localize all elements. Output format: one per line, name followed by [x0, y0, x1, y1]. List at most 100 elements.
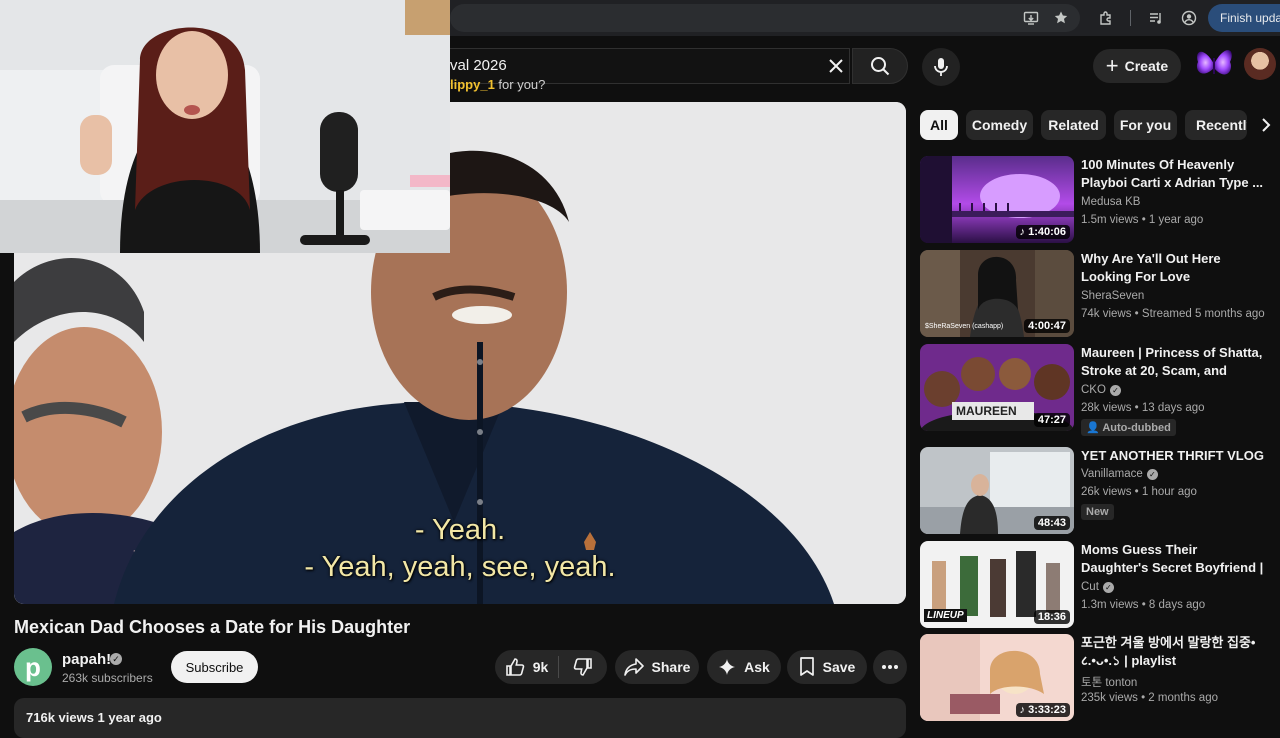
share-label: Share [651, 659, 691, 675]
webcam-frame [0, 0, 450, 253]
recommendation-meta: 1.3m views • 8 days ago [1081, 599, 1206, 611]
subscriber-count: 263k subscribers [62, 671, 153, 685]
extensions-icon[interactable] [1093, 5, 1119, 31]
install-app-icon[interactable] [1018, 5, 1044, 31]
verified-icon: ✓ [1102, 581, 1114, 593]
recommendation-item[interactable]: $SheRaSeven (cashapp) 4:00:47 Why Are Ya… [920, 250, 1280, 338]
new-badge: New [1081, 504, 1114, 520]
recommendation-channel[interactable]: Cut ✓ [1081, 581, 1114, 593]
more-vertical-icon[interactable]: ⋮ [1274, 547, 1280, 563]
channel-avatar[interactable]: p [14, 648, 52, 686]
thumbnail-caption: LINEUP [924, 609, 967, 622]
recommendation-item[interactable]: ♪ 1:40:06 100 Minutes Of Heavenly Playbo… [920, 156, 1280, 244]
recommendation-item[interactable]: LINEUP 18:36 Moms Guess Their Daughter's… [920, 541, 1280, 629]
voice-search-button[interactable] [922, 48, 960, 86]
video-duration: ♪ 1:40:06 [1015, 225, 1070, 239]
channel-name[interactable]: papah! [62, 651, 111, 668]
recommendation-title[interactable]: Why Are Ya'll Out Here Looking For Love [1081, 250, 1266, 286]
recommendation-title[interactable]: YET ANOTHER THRIFT VLOG [1081, 447, 1266, 465]
recommendation-meta: 1.5m views • 1 year ago [1081, 214, 1204, 226]
more-vertical-icon[interactable]: ⋮ [1274, 640, 1280, 656]
thumbnail-caption: $SheRaSeven (cashapp) [925, 323, 1004, 330]
thumbs-up-icon [505, 658, 524, 676]
recommendation-channel[interactable]: SheraSeven [1081, 290, 1144, 302]
more-actions-button[interactable] [873, 650, 907, 684]
save-label: Save [822, 659, 856, 675]
recommendation-item[interactable]: ♪ 3:33:23 포근한 겨울 방에서 말랑한 집중• ८.•ᴗ•.১ | p… [920, 634, 1280, 722]
ask-button[interactable]: Ask [707, 650, 781, 684]
more-vertical-icon[interactable]: ⋮ [1274, 350, 1280, 366]
dislike-button[interactable] [559, 657, 607, 677]
caption-line: - Yeah. [414, 514, 506, 546]
recommendation-meta: 28k views • 13 days ago [1081, 402, 1205, 414]
chip-all[interactable]: All [920, 110, 958, 140]
video-thumbnail[interactable]: LINEUP 18:36 [920, 541, 1074, 628]
share-button[interactable]: Share [615, 650, 699, 684]
like-dislike-group: 9k [495, 650, 607, 684]
video-caption: - Yeah. - Yeah, yeah, see, yeah. [14, 512, 906, 586]
recommendation-item[interactable]: 48:43 YET ANOTHER THRIFT VLOG Vanillamac… [920, 447, 1280, 535]
description-meta: 716k views 1 year ago [26, 710, 162, 725]
video-thumbnail[interactable]: ♪ 1:40:06 [920, 156, 1074, 243]
verified-icon: ✓ [1146, 468, 1158, 480]
recommendation-meta: 26k views • 1 hour ago [1081, 486, 1197, 498]
recommendation-meta: 74k views • Streamed 5 months ago [1081, 308, 1265, 320]
create-button[interactable]: + Create [1093, 49, 1181, 83]
recommendation-channel[interactable]: Medusa KB [1081, 196, 1140, 208]
recommendation-title[interactable]: 포근한 겨울 방에서 말랑한 집중• ८.•ᴗ•.১ | playlist [1081, 634, 1266, 670]
recommendation-channel[interactable]: 토톤 tonton [1081, 674, 1137, 690]
finish-update-button[interactable]: Finish update [1208, 4, 1280, 32]
like-button[interactable]: 9k [496, 657, 558, 677]
video-duration: 47:27 [1033, 413, 1070, 427]
recommendation-title[interactable]: Maureen | Princess of Shatta, Stroke at … [1081, 344, 1266, 380]
account-avatar[interactable] [1244, 48, 1276, 80]
profile-icon[interactable] [1176, 5, 1202, 31]
video-thumbnail[interactable]: $SheRaSeven (cashapp) 4:00:47 [920, 250, 1074, 337]
sparkle-icon [719, 659, 736, 675]
bookmark-star-icon[interactable] [1048, 5, 1074, 31]
video-duration: 18:36 [1033, 610, 1070, 624]
recommendation-title[interactable]: 100 Minutes Of Heavenly Playboi Carti x … [1081, 156, 1266, 192]
webcam-overlay [0, 0, 450, 253]
thumbnail-caption: MAUREEN [956, 404, 1017, 418]
chevron-right-icon[interactable] [1254, 112, 1278, 138]
chip-for-you[interactable]: For you [1114, 110, 1177, 140]
butterfly-icon [1192, 40, 1236, 88]
media-controls-icon[interactable] [1143, 5, 1169, 31]
subscribe-button[interactable]: Subscribe [171, 651, 258, 683]
chip-comedy[interactable]: Comedy [966, 110, 1033, 140]
recommendation-item[interactable]: MAUREEN 47:27 Maureen | Princess of Shat… [920, 344, 1280, 436]
bookmark-icon [799, 657, 814, 676]
video-duration: ♪ 3:33:23 [1015, 703, 1070, 717]
verified-icon: ✓ [1109, 384, 1121, 396]
search-suggestion[interactable]: lippy_1 for you? [450, 77, 545, 92]
chip-recently-uploaded[interactable]: Recently uploaded [1185, 110, 1247, 140]
video-title: Mexican Dad Chooses a Date for His Daugh… [14, 617, 411, 637]
plus-icon: + [1105, 53, 1119, 78]
video-thumbnail[interactable]: 48:43 [920, 447, 1074, 534]
thumbs-down-icon [573, 658, 592, 676]
suggestion-text: for you? [498, 77, 546, 92]
recommendation-title[interactable]: Moms Guess Their Daughter's Secret Boyfr… [1081, 541, 1266, 577]
address-bar[interactable] [450, 4, 1080, 32]
chip-related[interactable]: Related [1041, 110, 1106, 140]
video-thumbnail[interactable]: ♪ 3:33:23 [920, 634, 1074, 721]
clear-search-icon[interactable] [822, 52, 850, 80]
save-button[interactable]: Save [787, 650, 867, 684]
video-thumbnail[interactable]: MAUREEN 47:27 [920, 344, 1074, 431]
video-duration: 48:43 [1033, 516, 1070, 530]
search-button[interactable] [852, 48, 908, 84]
recommendation-channel[interactable]: CKO ✓ [1081, 384, 1121, 396]
search-icon [871, 57, 890, 76]
caption-line: - Yeah, yeah, see, yeah. [304, 551, 616, 583]
recommendation-meta: 235k views • 2 months ago [1081, 692, 1218, 704]
ask-label: Ask [744, 659, 770, 675]
more-vertical-icon[interactable]: ⋮ [1274, 256, 1280, 272]
video-duration: 4:00:47 [1024, 319, 1070, 333]
more-vertical-icon[interactable]: ⋮ [1274, 162, 1280, 178]
share-icon [623, 658, 644, 676]
verified-icon: ✓ [110, 653, 122, 665]
more-vertical-icon[interactable]: ⋮ [1274, 453, 1280, 469]
recommendation-channel[interactable]: Vanillamace ✓ [1081, 468, 1158, 480]
microphone-icon [934, 58, 948, 76]
